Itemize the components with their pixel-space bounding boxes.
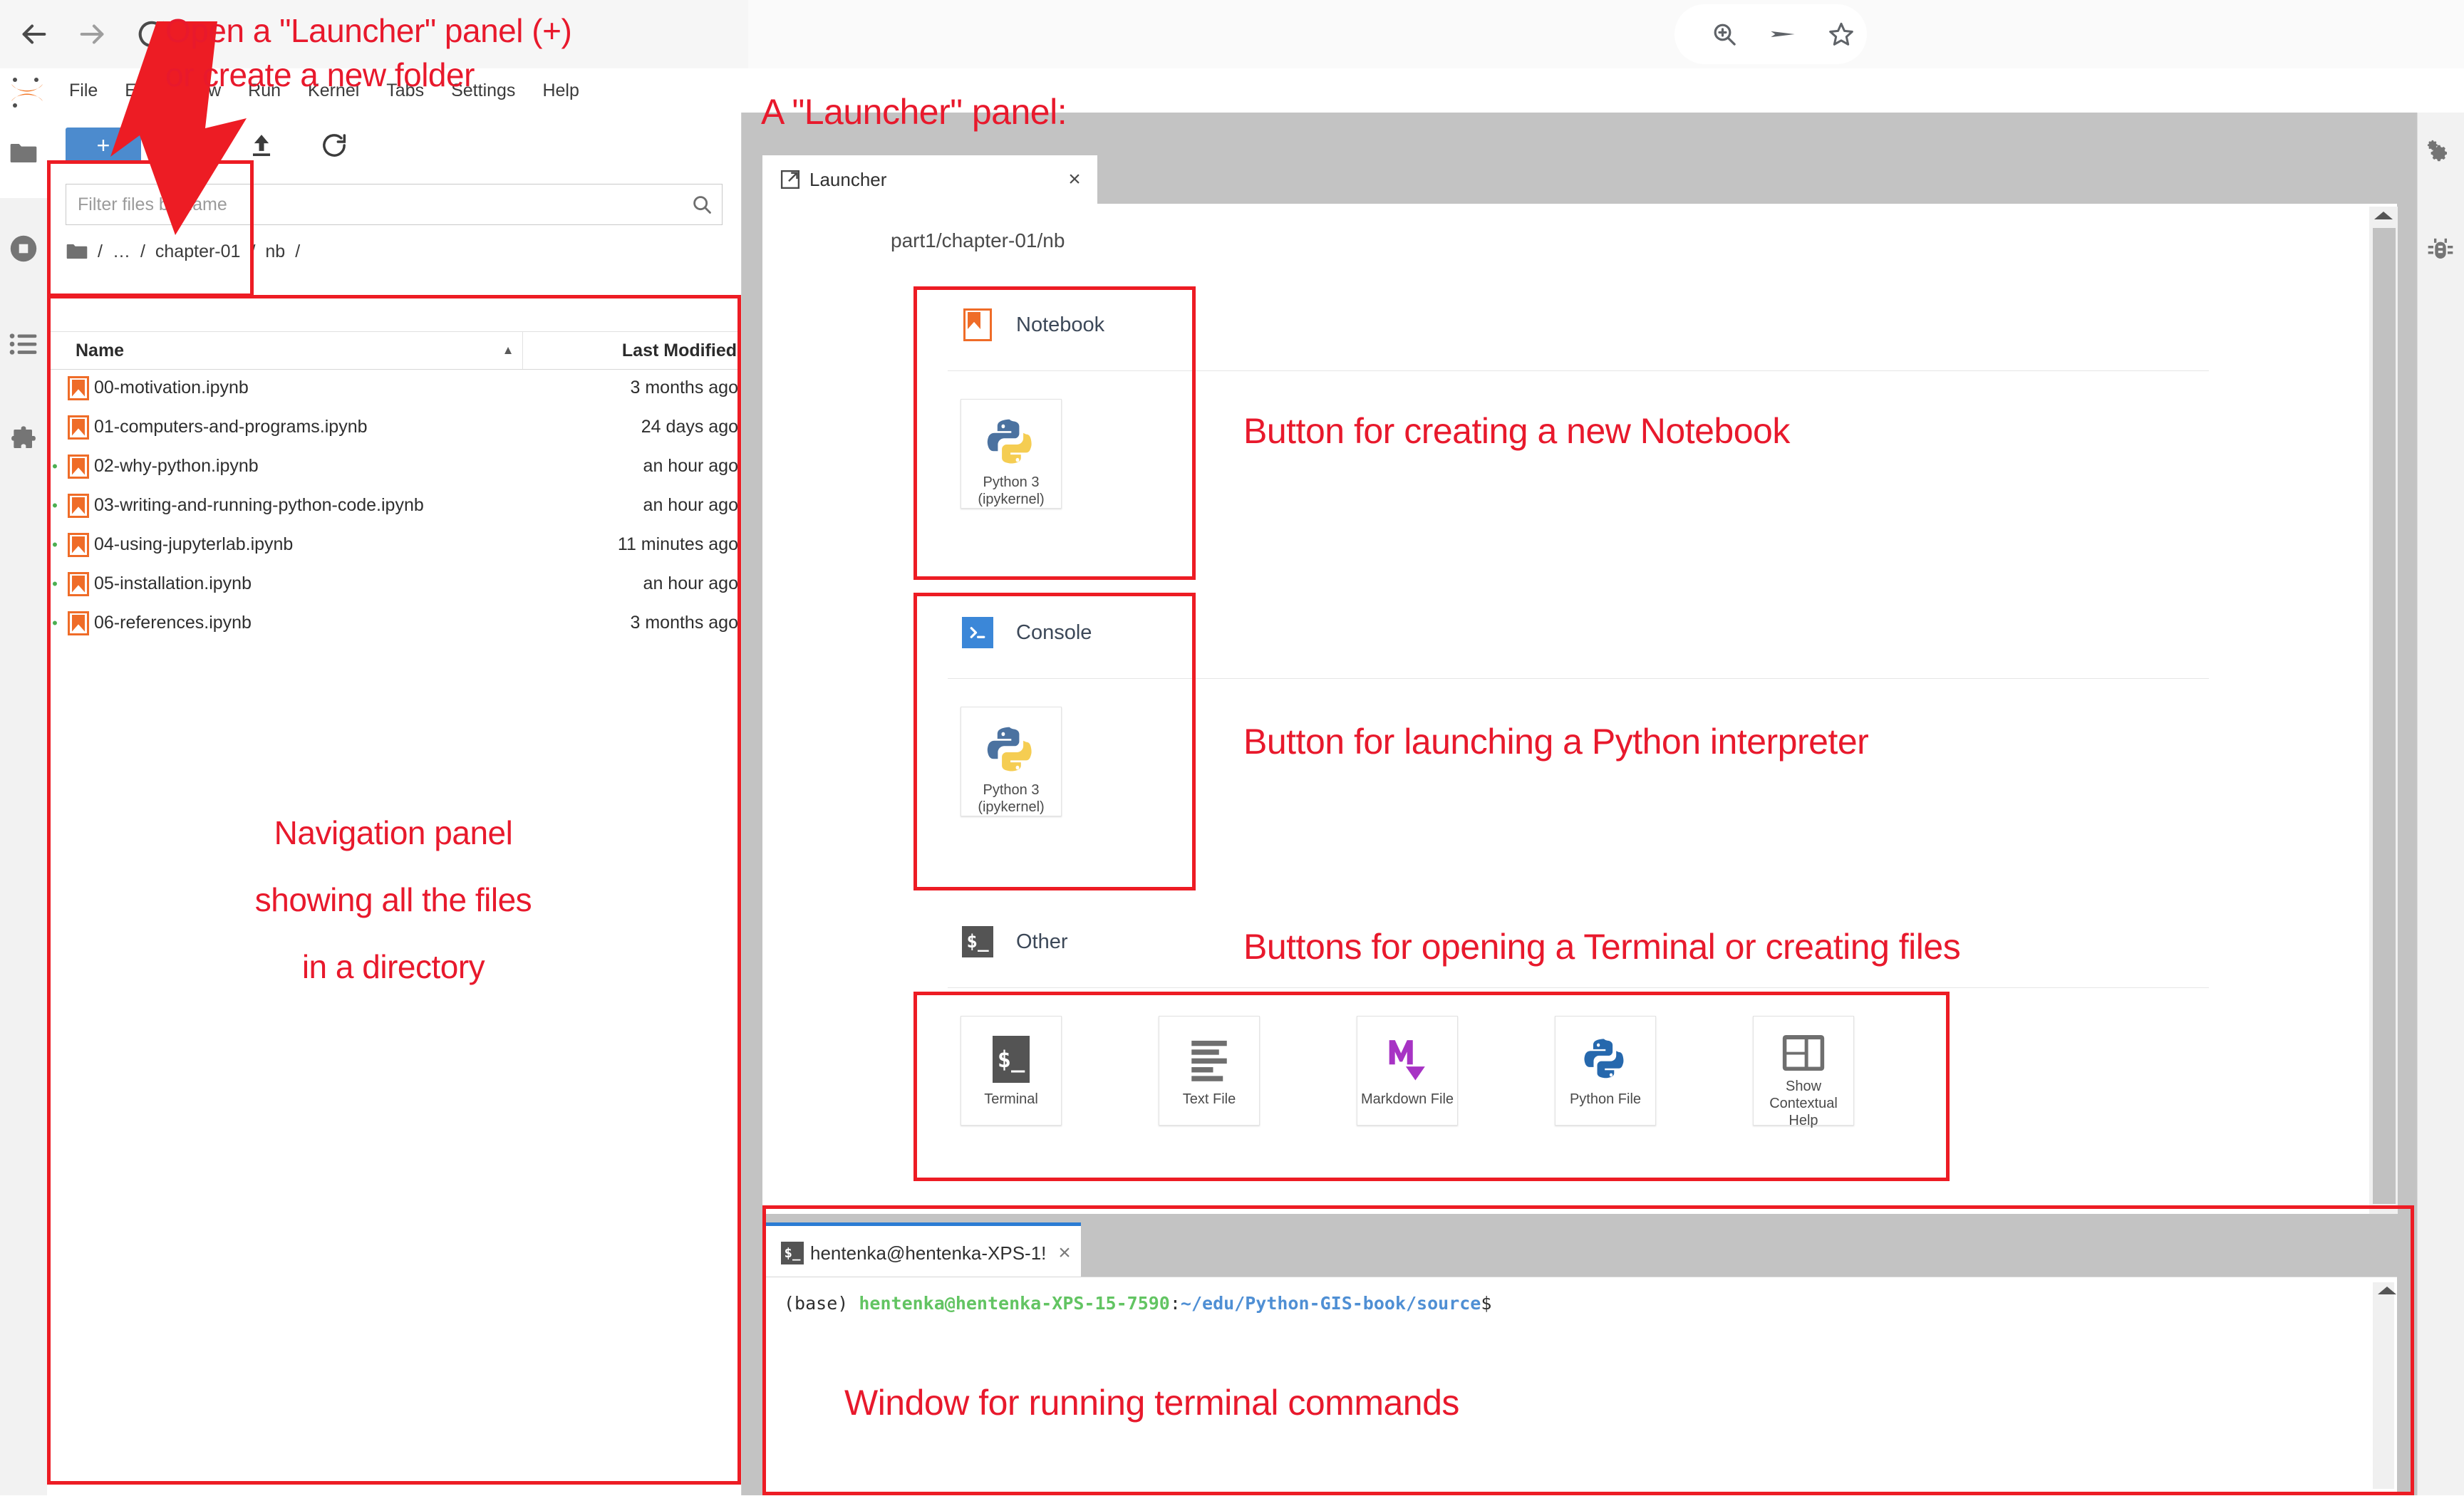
tab-launcher[interactable]: Launcher × — [762, 155, 1097, 204]
tab-launcher-label: Launcher — [809, 168, 887, 190]
annotation-box-other-section — [913, 992, 1950, 1181]
back-button[interactable] — [14, 14, 53, 54]
section-divider — [948, 987, 2209, 988]
breadcrumb-nb[interactable]: nb — [260, 241, 290, 262]
search-icon — [682, 193, 722, 216]
running-sessions-icon — [0, 225, 47, 272]
bug-icon — [2417, 227, 2464, 274]
sidebar-item-running-sessions[interactable] — [0, 225, 47, 272]
annotation-box-navigation-panel — [47, 295, 741, 1485]
annotation-python-interpreter: Button for launching a Python interprete… — [1243, 722, 1869, 762]
launcher-icon — [771, 169, 809, 190]
sidebar-item-debugger[interactable] — [2417, 227, 2464, 274]
annotation-new-launcher: Open a "Launcher" panel (+) or create a … — [165, 12, 572, 93]
property-inspector-gears-icon — [2417, 130, 2464, 177]
annotation-box-console-section — [913, 593, 1196, 890]
bookmark-star-icon[interactable] — [1827, 17, 1855, 51]
annotation-box-new-buttons — [47, 160, 254, 297]
close-icon[interactable]: × — [1052, 167, 1097, 192]
annotation-terminal-files: Buttons for opening a Terminal or creati… — [1243, 927, 1961, 967]
commands-list-icon — [0, 321, 47, 368]
right-activity-bar — [2417, 113, 2464, 1495]
breadcrumb-sep-3: / — [295, 241, 301, 261]
scroll-up-caret-icon[interactable] — [2374, 212, 2393, 219]
annotation-box-notebook-section — [913, 286, 1196, 580]
annotation-box-terminal-window — [762, 1205, 2414, 1495]
launcher-scrollbar-thumb[interactable] — [2373, 228, 2396, 1204]
sidebar-item-extension-manager[interactable] — [0, 416, 47, 463]
terminal-icon: $_ — [961, 925, 995, 959]
sidebar-item-file-browser[interactable] — [0, 130, 47, 177]
annotation-new-notebook: Button for creating a new Notebook — [1243, 411, 1790, 451]
sidebar-item-commands[interactable] — [0, 321, 47, 368]
annotation-launcher-panel: A "Launcher" panel: — [761, 92, 1067, 132]
menu-file[interactable]: File — [56, 68, 111, 113]
folder-icon — [0, 130, 47, 177]
zoom-in-icon[interactable] — [1710, 17, 1739, 51]
sidebar-item-property-inspector[interactable] — [2417, 130, 2464, 177]
browser-chrome-fill — [748, 0, 2464, 68]
launcher-section-other-header: $_ Other — [961, 925, 1068, 959]
puzzle-piece-icon — [0, 416, 47, 463]
refresh-button[interactable] — [315, 128, 353, 163]
jupyter-logo — [7, 74, 47, 108]
launcher-current-directory: part1/chapter-01/nb — [891, 229, 1065, 251]
browser-action-icons — [1710, 14, 1853, 54]
launcher-section-other-label: Other — [1016, 930, 1068, 953]
share-icon[interactable] — [1769, 17, 1797, 51]
